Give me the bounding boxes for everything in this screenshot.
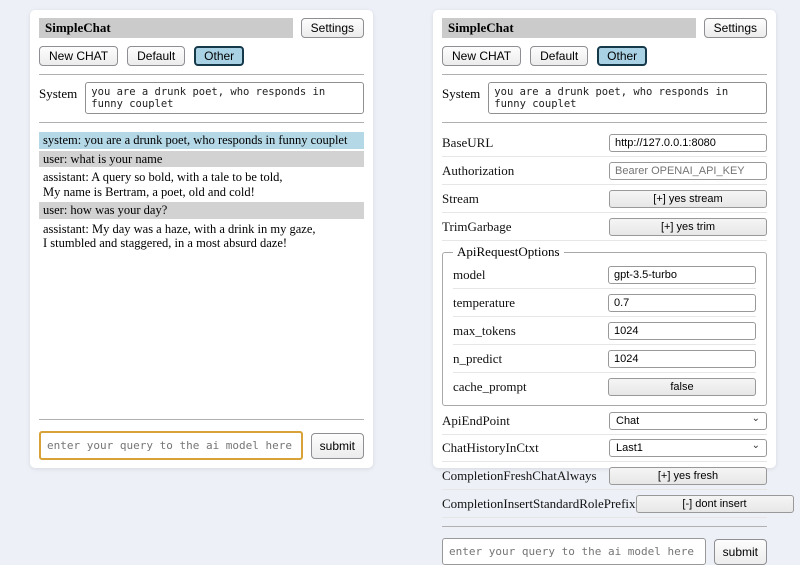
settings-button[interactable]: Settings bbox=[704, 18, 767, 38]
setting-label: model bbox=[453, 267, 486, 283]
message-assistant: assistant: My day was a haze, with a dri… bbox=[39, 221, 364, 252]
header: SimpleChat Settings bbox=[39, 18, 364, 38]
divider bbox=[39, 122, 364, 123]
session-button-default[interactable]: Default bbox=[127, 46, 185, 66]
setting-row-trimgarbage: TrimGarbage [+] yes trim bbox=[442, 213, 767, 241]
session-button-default[interactable]: Default bbox=[530, 46, 588, 66]
authorization-input[interactable] bbox=[609, 162, 767, 180]
chat-panel: SimpleChat Settings New CHAT Default Oth… bbox=[30, 10, 373, 468]
system-prompt-row: System you are a drunk poet, who respond… bbox=[39, 82, 364, 114]
stream-toggle-button[interactable]: [+] yes stream bbox=[609, 190, 767, 208]
setting-label: CompletionFreshChatAlways bbox=[442, 468, 597, 484]
setting-label: cache_prompt bbox=[453, 379, 527, 395]
setting-label: TrimGarbage bbox=[442, 219, 512, 235]
system-label: System bbox=[39, 82, 77, 102]
divider bbox=[442, 122, 767, 123]
temperature-input[interactable] bbox=[608, 294, 756, 312]
system-prompt-input[interactable]: you are a drunk poet, who responds in fu… bbox=[85, 82, 364, 114]
setting-label: ChatHistoryInCtxt bbox=[442, 440, 539, 456]
setting-row-temperature: temperature bbox=[453, 289, 756, 317]
submit-button[interactable]: submit bbox=[714, 539, 767, 565]
setting-row-n-predict: n_predict bbox=[453, 345, 756, 373]
setting-label: BaseURL bbox=[442, 135, 493, 151]
divider bbox=[39, 419, 364, 420]
setting-row-authorization: Authorization bbox=[442, 157, 767, 185]
system-label: System bbox=[442, 82, 480, 102]
setting-row-max-tokens: max_tokens bbox=[453, 317, 756, 345]
submit-button[interactable]: submit bbox=[311, 433, 364, 459]
trimgarbage-toggle-button[interactable]: [+] yes trim bbox=[609, 218, 767, 236]
setting-row-stream: Stream [+] yes stream bbox=[442, 185, 767, 213]
setting-label: Authorization bbox=[442, 163, 514, 179]
setting-row-completioninsertstandardroleprefix: CompletionInsertStandardRolePrefix [-] d… bbox=[442, 490, 767, 518]
setting-row-completionfreshchatalways: CompletionFreshChatAlways [+] yes fresh bbox=[442, 462, 767, 490]
n-predict-input[interactable] bbox=[608, 350, 756, 368]
setting-row-baseurl: BaseURL bbox=[442, 129, 767, 157]
setting-row-apiendpoint: ApiEndPoint Chat ⌄ bbox=[442, 408, 767, 435]
settings-button[interactable]: Settings bbox=[301, 18, 364, 38]
max-tokens-input[interactable] bbox=[608, 322, 756, 340]
setting-label: n_predict bbox=[453, 351, 502, 367]
session-buttons: New CHAT Default Other bbox=[39, 46, 364, 66]
session-button-other[interactable]: Other bbox=[597, 46, 647, 66]
setting-label: temperature bbox=[453, 295, 515, 311]
message-user: user: how was your day? bbox=[39, 202, 364, 219]
new-chat-button[interactable]: New CHAT bbox=[442, 46, 521, 66]
header: SimpleChat Settings bbox=[442, 18, 767, 38]
query-row: submit bbox=[39, 431, 364, 460]
divider bbox=[442, 74, 767, 75]
setting-label: CompletionInsertStandardRolePrefix bbox=[442, 496, 636, 512]
divider bbox=[39, 74, 364, 75]
completioninsert-toggle-button[interactable]: [-] dont insert bbox=[636, 495, 794, 513]
chat-messages: system: you are a drunk poet, who respon… bbox=[39, 132, 364, 411]
setting-label: Stream bbox=[442, 191, 479, 207]
fieldset-legend: ApiRequestOptions bbox=[453, 244, 564, 260]
setting-label: max_tokens bbox=[453, 323, 516, 339]
session-buttons: New CHAT Default Other bbox=[442, 46, 767, 66]
new-chat-button[interactable]: New CHAT bbox=[39, 46, 118, 66]
baseurl-input[interactable] bbox=[609, 134, 767, 152]
selected-option: Chat bbox=[616, 415, 639, 427]
setting-label: ApiEndPoint bbox=[442, 413, 510, 429]
query-input[interactable] bbox=[39, 431, 303, 460]
chevron-down-icon: ⌄ bbox=[752, 414, 760, 424]
message-user: user: what is your name bbox=[39, 151, 364, 168]
apiendpoint-select[interactable]: Chat ⌄ bbox=[609, 412, 767, 430]
setting-row-cache-prompt: cache_prompt false bbox=[453, 373, 756, 400]
setting-row-chathistoryinctxt: ChatHistoryInCtxt Last1 ⌄ bbox=[442, 435, 767, 462]
system-prompt-row: System you are a drunk poet, who respond… bbox=[442, 82, 767, 114]
completionfresh-toggle-button[interactable]: [+] yes fresh bbox=[609, 467, 767, 485]
api-request-options-fieldset: ApiRequestOptions model temperature max_… bbox=[442, 244, 767, 406]
system-prompt-input[interactable]: you are a drunk poet, who responds in fu… bbox=[488, 82, 767, 114]
cache-prompt-toggle-button[interactable]: false bbox=[608, 378, 756, 396]
message-system: system: you are a drunk poet, who respon… bbox=[39, 132, 364, 149]
app-title: SimpleChat bbox=[39, 18, 293, 38]
session-button-other[interactable]: Other bbox=[194, 46, 244, 66]
chevron-down-icon: ⌄ bbox=[752, 441, 760, 451]
message-assistant: assistant: A query so bold, with a tale … bbox=[39, 169, 364, 200]
setting-row-model: model bbox=[453, 261, 756, 289]
chathistoryinctxt-select[interactable]: Last1 ⌄ bbox=[609, 439, 767, 457]
app-title: SimpleChat bbox=[442, 18, 696, 38]
divider bbox=[442, 526, 767, 527]
query-input[interactable] bbox=[442, 538, 706, 565]
model-input[interactable] bbox=[608, 266, 756, 284]
query-row: submit bbox=[442, 538, 767, 565]
selected-option: Last1 bbox=[616, 442, 643, 454]
settings-panel: SimpleChat Settings New CHAT Default Oth… bbox=[433, 10, 776, 468]
settings-list: BaseURL Authorization Stream [+] yes str… bbox=[442, 129, 767, 518]
